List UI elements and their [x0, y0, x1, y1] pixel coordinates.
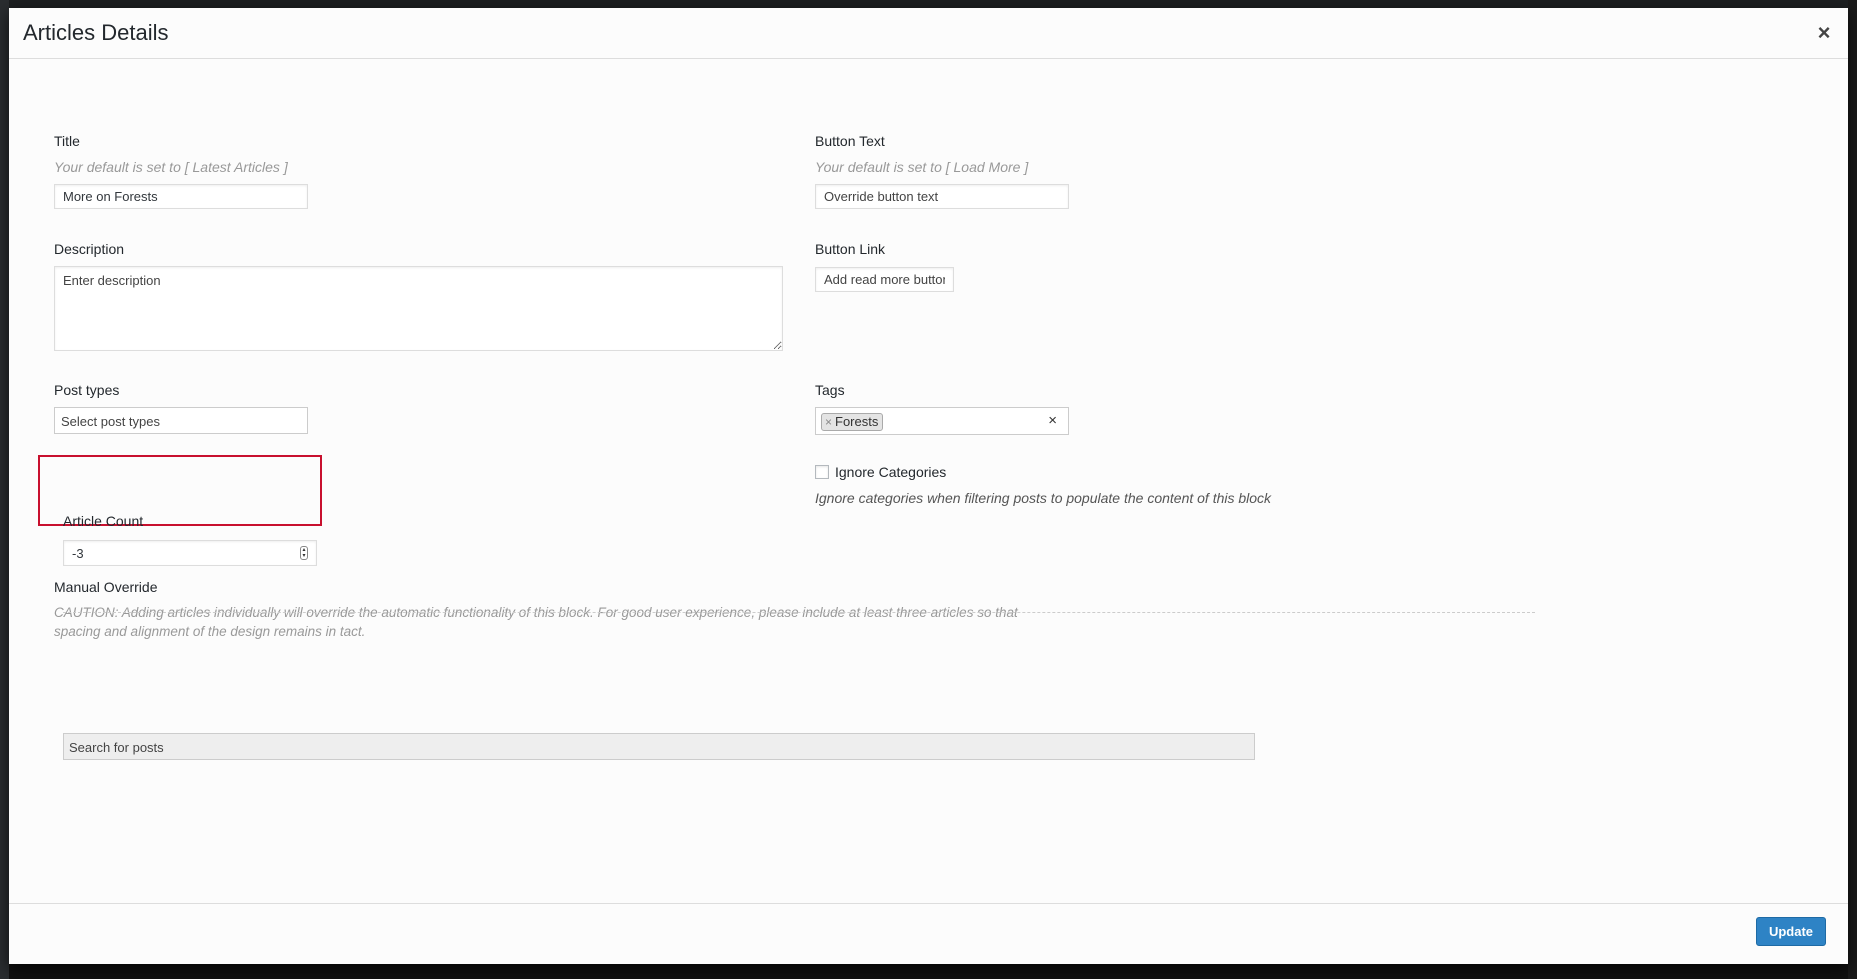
button-text-input[interactable] — [815, 184, 1069, 209]
button-text-label: Button Text — [815, 133, 885, 149]
section-divider — [63, 612, 1535, 613]
button-link-input[interactable] — [815, 267, 954, 292]
title-default-hint: Your default is set to [ Latest Articles… — [54, 159, 288, 175]
tag-remove-icon[interactable]: × — [825, 414, 832, 430]
post-types-label: Post types — [54, 382, 120, 398]
modal-header: Articles Details × — [9, 8, 1848, 59]
tags-label: Tags — [815, 382, 845, 398]
number-spinner-icon[interactable]: ▴ ▾ — [300, 546, 308, 560]
tag-chip-label: Forests — [835, 414, 879, 429]
close-icon[interactable]: × — [1812, 22, 1836, 46]
tag-chip: × Forests — [821, 413, 884, 431]
update-button[interactable]: Update — [1756, 917, 1826, 946]
ignore-categories-checkbox[interactable] — [815, 465, 829, 479]
modal-title: Articles Details — [23, 20, 169, 45]
article-count-input[interactable]: -3 ▴ ▾ — [63, 540, 317, 566]
description-textarea[interactable] — [54, 266, 783, 351]
background-page-footer — [9, 964, 1848, 979]
background-right-edge — [1848, 0, 1857, 979]
ignore-categories-description: Ignore categories when filtering posts t… — [815, 490, 1272, 506]
title-label: Title — [54, 133, 80, 149]
tags-select[interactable]: × Forests × — [815, 407, 1069, 435]
title-input[interactable] — [54, 184, 308, 209]
article-count-label: Article Count — [63, 513, 144, 529]
description-label: Description — [54, 241, 125, 257]
search-posts-input[interactable]: Search for posts — [63, 733, 1255, 760]
clear-tags-icon[interactable]: × — [1048, 412, 1057, 429]
button-text-default-hint: Your default is set to [ Load More ] — [815, 159, 1029, 175]
button-link-label: Button Link — [815, 241, 886, 257]
manual-override-label: Manual Override — [54, 579, 158, 595]
article-count-value: -3 — [72, 546, 84, 561]
post-types-select[interactable]: Select post types — [54, 407, 308, 434]
manual-override-caution-line2: spacing and alignment of the design rema… — [54, 624, 366, 639]
background-admin-sidebar — [0, 0, 9, 979]
ignore-categories-label: Ignore Categories — [835, 464, 947, 480]
modal-footer: Update — [9, 903, 1848, 964]
